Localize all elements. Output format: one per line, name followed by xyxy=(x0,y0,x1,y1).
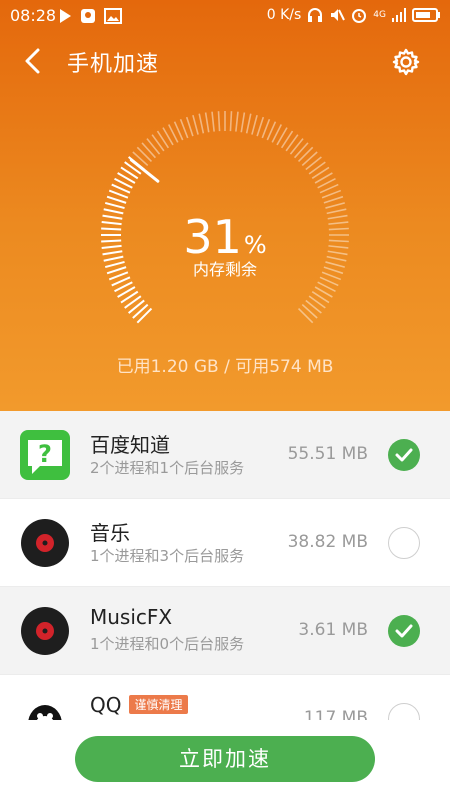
gauge-tick xyxy=(301,151,318,167)
app-checkbox-unchecked[interactable] xyxy=(388,527,420,559)
memory-usage-text: 已用1.20 GB / 可用574 MB xyxy=(116,357,334,377)
app-notification-icon xyxy=(81,9,95,23)
gauge-tick xyxy=(297,146,314,163)
speed-up-button[interactable]: 立即加速 xyxy=(75,736,375,782)
gauge-tick xyxy=(198,113,205,134)
image-icon xyxy=(104,8,122,24)
header-background: 08:28 0 K/s 4G 手机加速 31% 内存剩余 已用1.20 GB /… xyxy=(0,0,450,411)
app-name: 音乐 xyxy=(90,521,130,545)
app-size: 3.61 MB xyxy=(298,620,368,640)
check-icon xyxy=(395,624,413,638)
gauge-tick xyxy=(179,118,189,139)
svg-text:?: ? xyxy=(38,440,52,468)
musicfx-disc-icon xyxy=(21,607,69,655)
headphones-icon xyxy=(308,8,323,22)
list-item[interactable]: ? 百度知道 2个进程和1个后台服务 55.51 MB xyxy=(0,411,450,499)
bottom-bar: 立即加速 xyxy=(0,720,450,800)
gauge-tick xyxy=(245,113,252,134)
app-name-with-badge: QQ 谨慎清理 xyxy=(90,693,188,717)
app-description: 1个进程和0个后台服务 xyxy=(90,635,245,653)
app-description: 1个进程和3个后台服务 xyxy=(90,547,245,565)
alarm-icon xyxy=(352,9,367,23)
gauge-tick xyxy=(240,112,246,133)
app-name: MusicFX xyxy=(90,605,173,629)
settings-gear-icon[interactable] xyxy=(390,46,422,78)
gauge-tick xyxy=(136,307,153,324)
gauge-tick xyxy=(185,116,194,137)
gauge-tick xyxy=(235,111,239,132)
gauge-tick xyxy=(297,307,314,324)
gauge-tick xyxy=(108,189,129,199)
list-item[interactable]: MusicFX 1个进程和0个后台服务 3.61 MB xyxy=(0,587,450,675)
gauge-tick xyxy=(217,111,221,132)
gauge-tick xyxy=(323,195,344,204)
app-size: 55.51 MB xyxy=(287,444,368,464)
baidu-zhidao-icon: ? xyxy=(20,430,70,480)
gauge-tick xyxy=(106,195,127,204)
app-checkbox-checked[interactable] xyxy=(388,439,420,471)
music-disc-icon xyxy=(21,519,69,567)
gauge-tick xyxy=(321,189,342,199)
list-item[interactable]: 音乐 1个进程和3个后台服务 38.82 MB xyxy=(0,499,450,587)
gauge-tick xyxy=(141,142,157,159)
gauge-tick xyxy=(325,202,345,209)
status-bar: 08:28 0 K/s 4G xyxy=(0,0,450,32)
signal-label: 4G xyxy=(373,10,386,20)
page-title: 手机加速 xyxy=(67,52,160,77)
app-size: 38.82 MB xyxy=(287,532,368,552)
notification-icons xyxy=(58,8,122,24)
status-time: 08:28 xyxy=(10,6,57,25)
play-icon xyxy=(60,9,71,23)
signal-icon xyxy=(392,8,406,22)
caution-badge: 谨慎清理 xyxy=(129,695,188,714)
gauge-tick xyxy=(104,201,125,210)
title-bar: 手机加速 xyxy=(0,36,450,86)
app-name: 百度知道 xyxy=(90,433,170,457)
gauge-tick xyxy=(251,115,258,135)
gauge-tick xyxy=(301,303,318,319)
status-right: 0 K/s 4G xyxy=(267,7,440,23)
gauge-tick xyxy=(229,111,233,132)
back-icon[interactable] xyxy=(18,46,48,76)
gauge-tick xyxy=(293,142,309,159)
mute-icon xyxy=(331,9,346,21)
check-icon xyxy=(395,448,413,462)
gauge-tick xyxy=(211,111,215,132)
gauge-tick xyxy=(261,118,271,139)
app-list: ? 百度知道 2个进程和1个后台服务 55.51 MB 音乐 1个进程和3个后台… xyxy=(0,411,450,763)
memory-percent-label: 内存剩余 xyxy=(192,260,257,279)
battery-icon xyxy=(412,8,440,22)
app-checkbox-checked[interactable] xyxy=(388,615,420,647)
gauge-tick xyxy=(204,112,210,133)
gauge-tick xyxy=(192,115,199,135)
net-speed: 0 K/s xyxy=(266,7,302,23)
gauge-tick xyxy=(256,116,265,137)
gauge-tick xyxy=(136,146,153,163)
app-description: 2个进程和1个后台服务 xyxy=(90,459,245,477)
